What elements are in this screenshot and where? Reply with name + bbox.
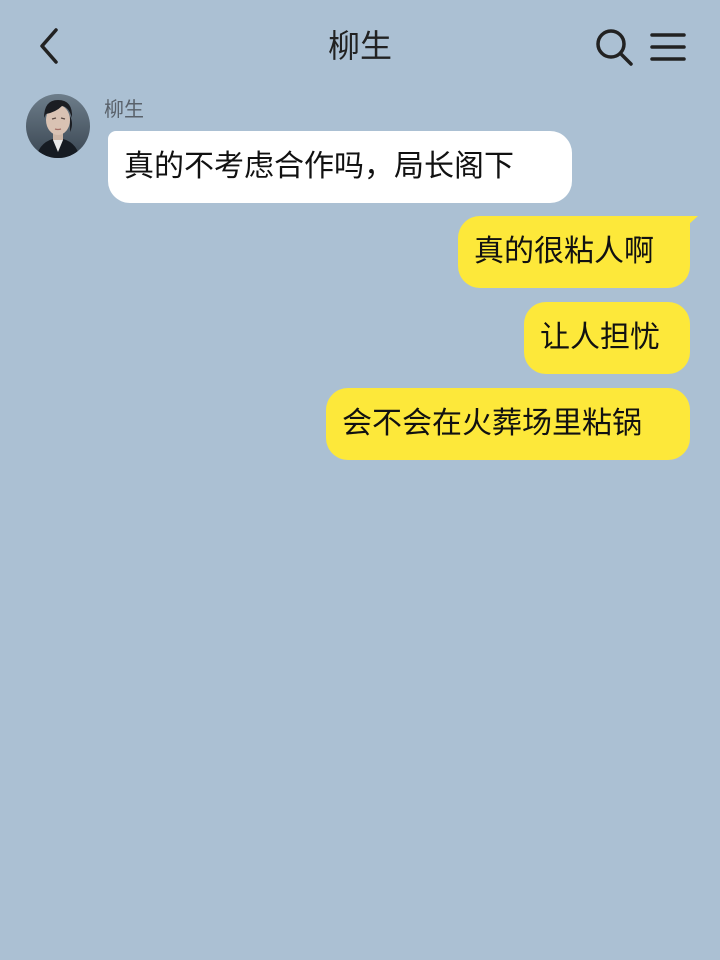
outgoing-message-bubble[interactable]: 会不会在火葬场里粘锅 [326,388,690,460]
hamburger-menu-icon [650,33,686,61]
outgoing-message-bubble[interactable]: 真的很粘人啊 [458,216,690,288]
menu-button[interactable] [648,27,688,67]
sender-name: 柳生 [104,97,144,121]
avatar-portrait [26,94,90,158]
top-navigation-bar: 柳生 [0,0,720,92]
outgoing-message-bubble[interactable]: 让人担忧 [524,302,690,374]
incoming-message-bubble[interactable]: 真的不考虑合作吗，局长阁下 [108,131,572,203]
avatar[interactable] [26,94,90,158]
search-button[interactable] [592,25,636,69]
search-icon [596,29,633,66]
